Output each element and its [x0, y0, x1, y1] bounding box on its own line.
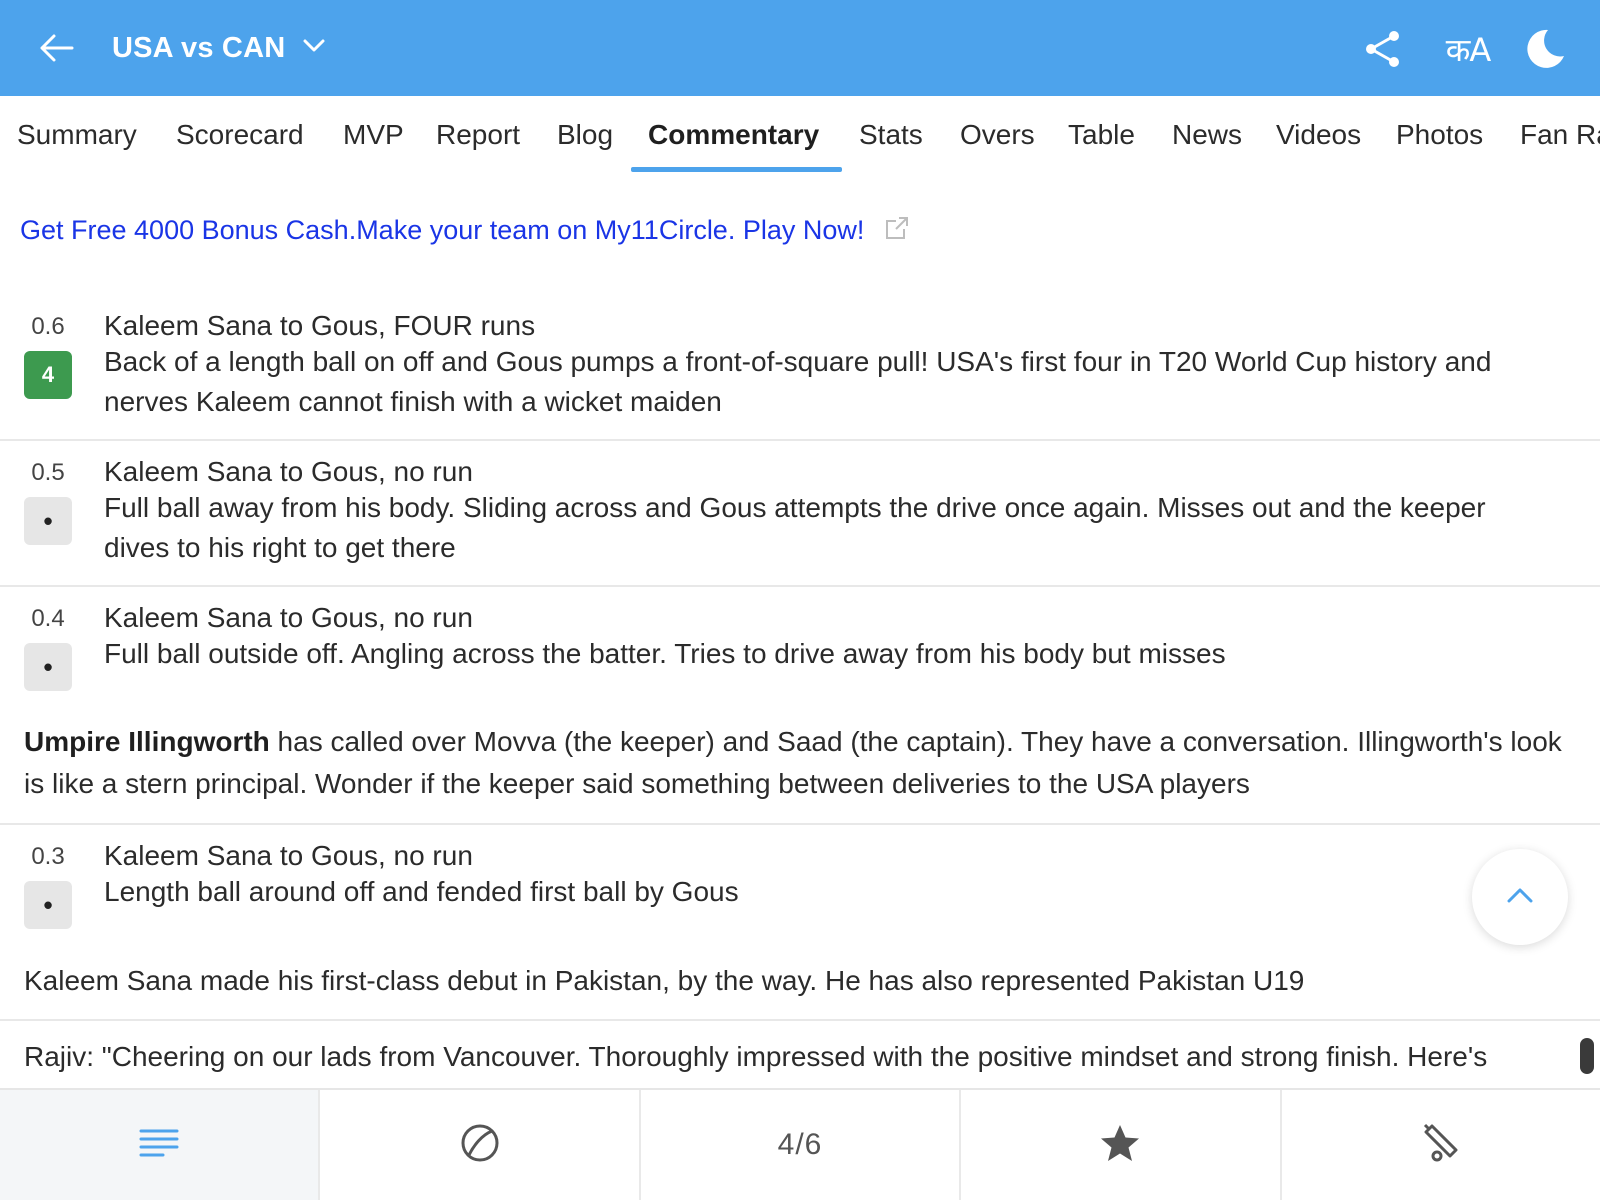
promo-link[interactable]: Get Free 4000 Bonus Cash.Make your team … [20, 210, 910, 250]
menu-lines-icon [139, 1128, 179, 1163]
external-link-icon [884, 215, 910, 246]
chevron-up-icon [1506, 886, 1534, 909]
tab-photos[interactable]: Photos [1396, 96, 1483, 176]
divider [0, 585, 1600, 587]
ball-title: Kaleem Sana to Gous, no run [104, 840, 473, 871]
app-header: USA vs CAN कA [0, 0, 1600, 96]
ball-description: Length ball around off and fended first … [104, 876, 739, 907]
tab-scorecard[interactable]: Scorecard [176, 96, 304, 176]
ball-by-ball-button[interactable] [320, 1090, 641, 1200]
ball-title: Kaleem Sana to Gous, FOUR runs [104, 310, 536, 341]
scroll-to-top-button[interactable] [1472, 849, 1568, 945]
ball-description: Back of a length ball on off and Gous pu… [104, 346, 1492, 417]
dot-ball-badge: • [24, 497, 72, 545]
commentary-view-button[interactable] [0, 1090, 321, 1200]
tab-overs[interactable]: Overs [960, 96, 1035, 176]
tab-news[interactable]: News [1172, 96, 1242, 176]
dot-ball-badge: • [24, 881, 72, 929]
share-icon[interactable] [1358, 24, 1408, 74]
active-tab-indicator [631, 167, 842, 172]
match-title: USA vs CAN [112, 31, 286, 64]
page-counter-text: 4/6 [777, 1128, 823, 1161]
tab-mvp[interactable]: MVP [343, 96, 404, 176]
favorites-button[interactable] [961, 1090, 1282, 1200]
commentary-note: Umpire Illingworth has called over Movva… [24, 721, 1564, 805]
ball-title: Kaleem Sana to Gous, no run [104, 602, 473, 633]
over-number: 0.5 [31, 459, 65, 486]
over-number: 0.4 [31, 605, 65, 632]
bottom-nav: 4/6 [0, 1088, 1600, 1200]
tab-summary[interactable]: Summary [17, 96, 137, 176]
ball-description: Full ball away from his body. Sliding ac… [104, 492, 1486, 563]
commentary-note: Rajiv: "Cheering on our lads from Vancou… [24, 1036, 1564, 1078]
ball-description: Full ball outside off. Angling across th… [104, 638, 1226, 669]
tab-report[interactable]: Report [436, 96, 520, 176]
four-runs-badge: 4 [24, 351, 72, 399]
tab-table[interactable]: Table [1068, 96, 1135, 176]
tab-fan-ratings[interactable]: Fan Ra [1520, 96, 1600, 176]
match-selector[interactable]: USA vs CAN [112, 28, 325, 68]
divider [0, 823, 1600, 825]
page-counter: 4/6 [641, 1090, 962, 1200]
over-number: 0.3 [31, 843, 65, 870]
tab-stats[interactable]: Stats [859, 96, 923, 176]
back-arrow-icon[interactable] [34, 28, 78, 68]
over-number: 0.6 [31, 313, 65, 340]
note-text: Rajiv: "Cheering on our lads from Vancou… [24, 1041, 1488, 1072]
cricket-bat-icon [1420, 1122, 1462, 1169]
language-icon[interactable]: कA [1438, 24, 1498, 74]
note-text: Kaleem Sana made his first-class debut i… [24, 965, 1305, 996]
tab-commentary[interactable]: Commentary [648, 96, 819, 176]
match-tabs: Summary Scorecard MVP Report Blog Commen… [0, 96, 1600, 176]
divider [0, 439, 1600, 441]
commentary-note: Kaleem Sana made his first-class debut i… [24, 960, 1564, 1002]
language-label: कA [1445, 30, 1491, 69]
batting-button[interactable] [1282, 1090, 1600, 1200]
scrollbar-thumb[interactable] [1580, 1038, 1594, 1074]
ball-icon [460, 1123, 500, 1168]
note-highlight: Umpire Illingworth [24, 726, 270, 757]
ball-title: Kaleem Sana to Gous, no run [104, 456, 473, 487]
tab-blog[interactable]: Blog [557, 96, 613, 176]
star-icon [1099, 1123, 1141, 1168]
promo-text: Get Free 4000 Bonus Cash.Make your team … [20, 214, 865, 245]
tab-videos[interactable]: Videos [1276, 96, 1361, 176]
divider [0, 1019, 1600, 1021]
dot-ball-badge: • [24, 643, 72, 691]
moon-icon[interactable] [1520, 24, 1570, 74]
chevron-down-icon [303, 39, 325, 58]
